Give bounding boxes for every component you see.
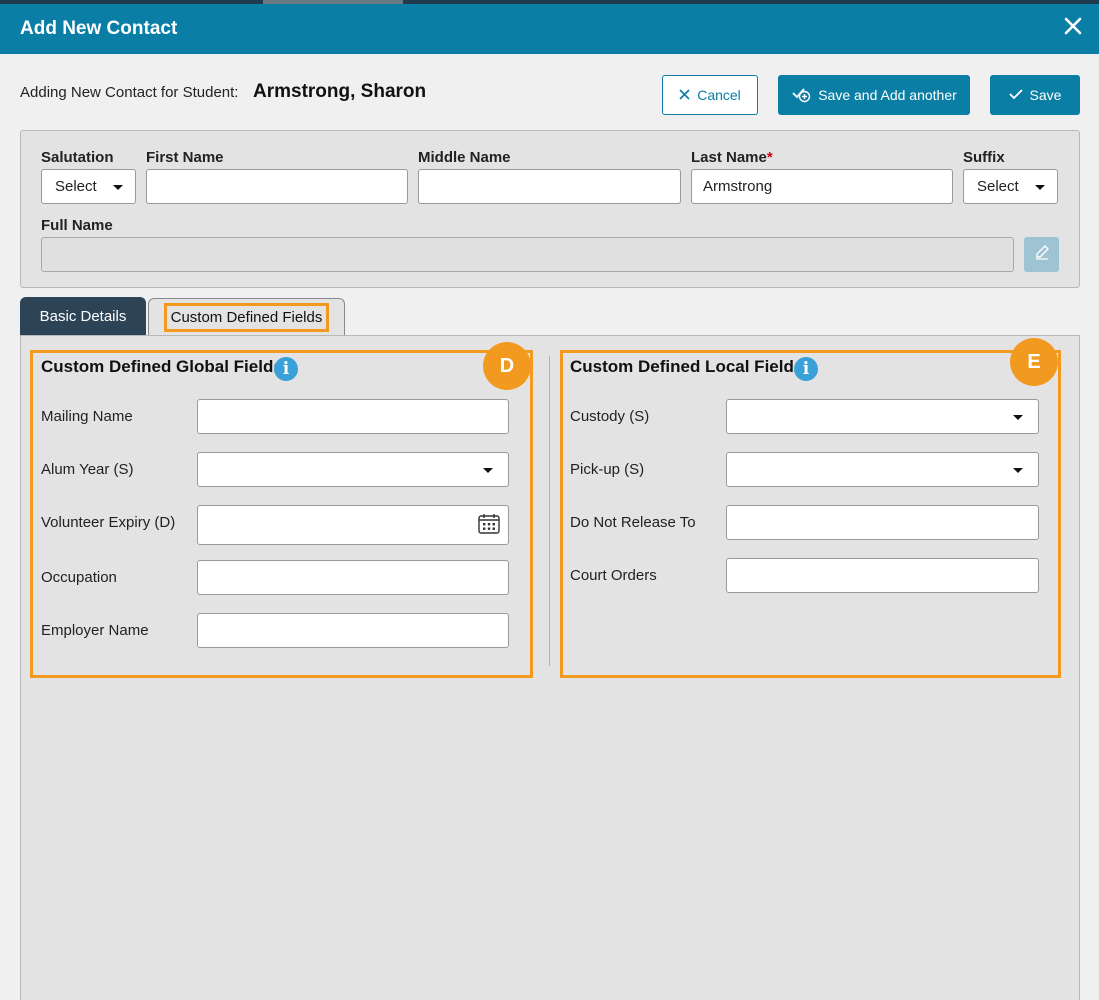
tab-basic-details[interactable]: Basic Details <box>20 297 146 335</box>
student-name: Armstrong, Sharon <box>253 81 427 102</box>
cancel-button-label: Cancel <box>697 87 741 103</box>
court-orders-field[interactable] <box>726 558 1039 593</box>
suffix-value: Select <box>977 178 1019 195</box>
salutation-value: Select <box>55 178 97 195</box>
first-name-field[interactable] <box>146 169 408 204</box>
caret-down-icon <box>1013 415 1023 420</box>
save-and-add-another-label: Save and Add another <box>818 87 957 103</box>
volunteer-expiry-label: Volunteer Expiry (D) <box>41 514 176 531</box>
employer-name-label: Employer Name <box>41 622 149 639</box>
pick-up-select[interactable] <box>726 452 1039 487</box>
last-name-field[interactable]: Armstrong <box>691 169 953 204</box>
x-icon <box>679 87 690 103</box>
employer-name-field[interactable] <box>197 613 509 648</box>
edit-full-name-button[interactable] <box>1024 237 1059 272</box>
salutation-select[interactable]: Select <box>41 169 136 204</box>
suffix-select[interactable]: Select <box>963 169 1058 204</box>
first-name-label: First Name <box>146 149 224 166</box>
local-fields-title: Custom Defined Local Fields <box>570 357 804 376</box>
dialog-titlebar: Add New Contact <box>0 4 1099 54</box>
info-icon[interactable]: i <box>794 357 818 381</box>
callout-badge-e: E <box>1010 338 1058 386</box>
contact-name-panel: Salutation Select First Name Middle Name… <box>20 130 1080 288</box>
court-orders-label: Court Orders <box>570 567 657 584</box>
do-not-release-to-field[interactable] <box>726 505 1039 540</box>
info-icon[interactable]: i <box>274 357 298 381</box>
section-divider <box>549 356 550 666</box>
save-button-label: Save <box>1029 87 1062 103</box>
custody-select[interactable] <box>726 399 1039 434</box>
cancel-button[interactable]: Cancel <box>662 75 758 115</box>
caret-down-icon <box>1035 185 1045 190</box>
close-icon[interactable] <box>1061 14 1085 38</box>
mailing-name-label: Mailing Name <box>41 408 133 425</box>
alum-year-select[interactable] <box>197 452 509 487</box>
occupation-label: Occupation <box>41 569 117 586</box>
check-plus-icon <box>791 85 811 106</box>
full-name-field <box>41 237 1014 272</box>
caret-down-icon <box>113 185 123 190</box>
save-button[interactable]: Save <box>990 75 1080 115</box>
do-not-release-to-label: Do Not Release To <box>570 514 696 531</box>
salutation-label: Salutation <box>41 149 114 166</box>
pencil-icon <box>1033 243 1051 266</box>
check-icon <box>1008 87 1023 103</box>
last-name-label: Last Name* <box>691 149 773 166</box>
adding-contact-subheading: Adding New Contact for Student: <box>20 84 239 101</box>
middle-name-label: Middle Name <box>418 149 511 166</box>
full-name-label: Full Name <box>41 217 113 234</box>
alum-year-label: Alum Year (S) <box>41 461 134 478</box>
mailing-name-field[interactable] <box>197 399 509 434</box>
last-name-label-text: Last Name <box>691 149 767 166</box>
tab-custom-defined-fields[interactable]: Custom Defined Fields <box>148 298 345 336</box>
dialog-title: Add New Contact <box>20 18 178 39</box>
caret-down-icon <box>483 468 493 473</box>
save-and-add-another-button[interactable]: Save and Add another <box>778 75 970 115</box>
caret-down-icon <box>1013 468 1023 473</box>
required-marker: * <box>766 149 773 166</box>
middle-name-field[interactable] <box>418 169 681 204</box>
tab-custom-defined-fields-label: Custom Defined Fields <box>163 303 330 332</box>
calendar-icon[interactable] <box>478 514 500 534</box>
volunteer-expiry-date-field[interactable] <box>197 505 509 545</box>
occupation-field[interactable] <box>197 560 509 595</box>
suffix-label: Suffix <box>963 149 1005 166</box>
pick-up-label: Pick-up (S) <box>570 461 645 478</box>
custody-label: Custody (S) <box>570 408 650 425</box>
global-fields-title: Custom Defined Global Fields <box>41 357 283 376</box>
callout-badge-d: D <box>483 342 531 390</box>
